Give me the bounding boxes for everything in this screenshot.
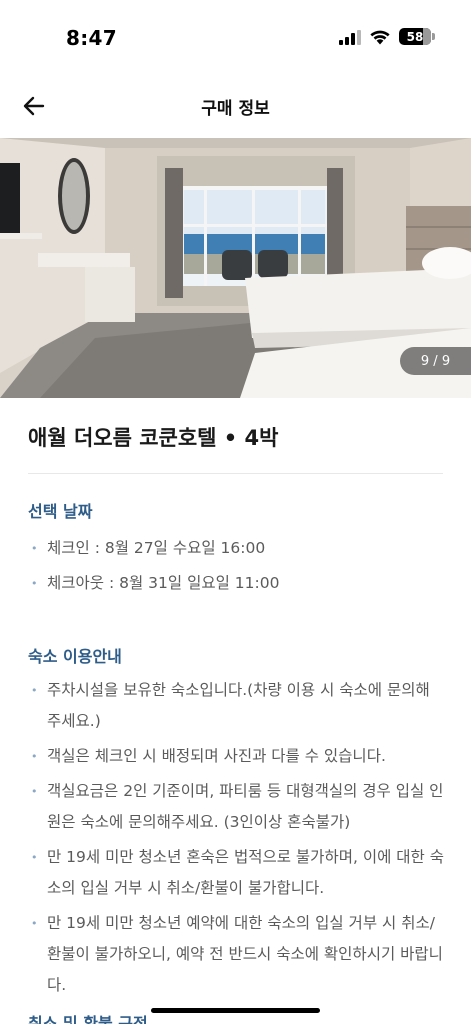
battery-level: 58	[406, 29, 424, 44]
checkin-item: 체크인 : 8월 27일 수요일 16:00	[28, 533, 448, 564]
dates-section-title: 선택 날짜	[28, 502, 93, 521]
status-bar: 8:47 58	[0, 0, 471, 70]
list-item: 주차시설을 보유한 숙소입니다.(차량 이용 시 숙소에 문의해 주세요.)	[28, 675, 448, 737]
status-time: 8:47	[66, 26, 117, 50]
notice-section-title: 숙소 이용안내	[28, 647, 122, 666]
home-indicator	[151, 1008, 320, 1013]
status-icons: 58	[339, 28, 435, 45]
checkout-item: 체크아웃 : 8월 31일 일요일 11:00	[28, 568, 448, 599]
hotel-photo[interactable]: 9 / 9	[0, 138, 471, 398]
image-counter: 9 / 9	[400, 347, 471, 375]
nav-bar: 구매 정보	[0, 70, 471, 138]
divider	[28, 473, 443, 474]
list-item: 만 19세 미만 청소년 혼숙은 법적으로 불가하며, 이에 대한 숙소의 입실…	[28, 842, 448, 904]
dates-list: 체크인 : 8월 27일 수요일 16:00 체크아웃 : 8월 31일 일요일…	[28, 533, 448, 603]
signal-icon	[339, 29, 361, 45]
list-item: 만 19세 미만 청소년 예약에 대한 숙소의 입실 거부 시 취소/환불이 불…	[28, 908, 448, 1001]
list-item: 객실요금은 2인 기준이며, 파티룸 등 대형객실의 경우 입실 인원은 숙소에…	[28, 776, 448, 838]
page-title: 구매 정보	[201, 99, 270, 119]
list-item: 객실은 체크인 시 배정되며 사진과 다를 수 있습니다.	[28, 741, 448, 772]
notice-list: 주차시설을 보유한 숙소입니다.(차량 이용 시 숙소에 문의해 주세요.) 객…	[28, 675, 448, 1005]
refund-section-title: 취소 및 환불 규정	[28, 1014, 148, 1024]
battery-icon: 58	[399, 28, 435, 45]
wifi-icon	[370, 30, 390, 44]
hotel-title: 애월 더오름 코쿤호텔 • 4박	[28, 426, 279, 450]
